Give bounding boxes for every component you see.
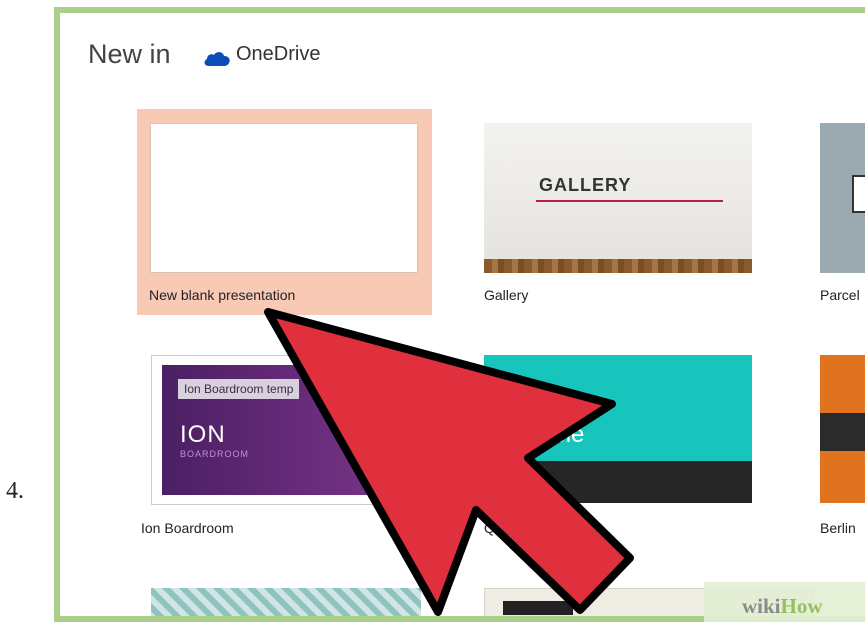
red-arrow-pointer-icon [264,308,634,616]
wikihow-logo: wikiHow [742,594,823,618]
